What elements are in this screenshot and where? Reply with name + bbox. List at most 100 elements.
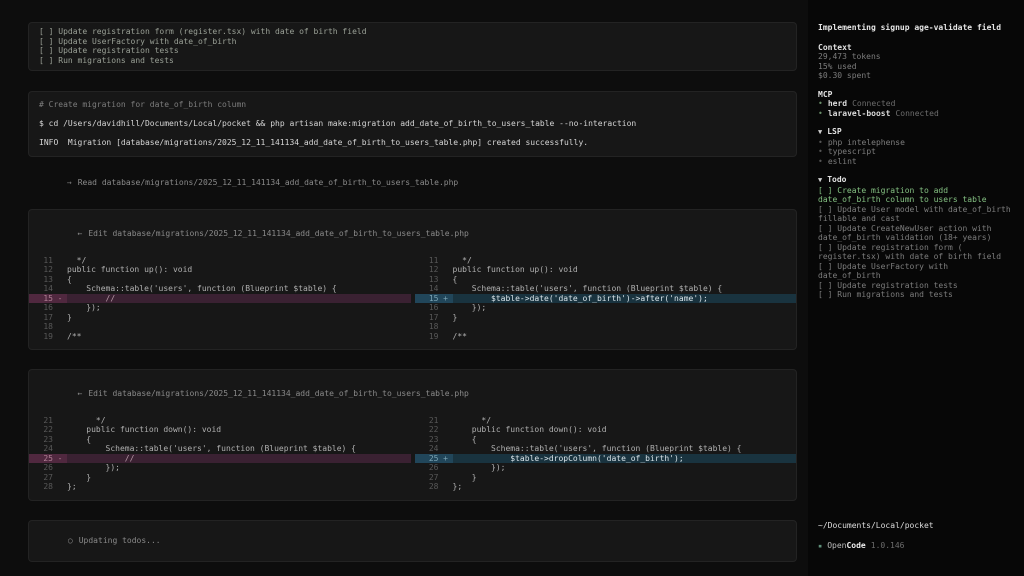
bullet-icon: • xyxy=(818,147,823,156)
code-text: }; xyxy=(67,482,411,492)
code-text: // xyxy=(67,454,411,464)
code-text: $table->date('date_of_birth')->after('na… xyxy=(453,294,797,304)
context-stat: 29,473 tokens xyxy=(818,52,1014,62)
sidebar-todo-item: [ ] Create migration to add date_of_birt… xyxy=(818,186,1014,205)
change-marker xyxy=(439,303,453,313)
terminal-line xyxy=(39,129,786,139)
line-number: 11 xyxy=(415,256,439,266)
edit-diff-box-down: ←Edit database/migrations/2025_12_11_141… xyxy=(28,369,797,501)
diff-line: 21 */ xyxy=(415,416,797,426)
line-number: 25 xyxy=(415,454,439,464)
diff-line: 27 } xyxy=(29,473,411,483)
diff-line: 28}; xyxy=(29,482,411,492)
diff-line: 24 Schema::table('users', function (Blue… xyxy=(29,444,411,454)
diff-line: 16 }); xyxy=(415,303,797,313)
code-text: public function up(): void xyxy=(67,265,411,275)
diff-header: ←Edit database/migrations/2025_12_11_141… xyxy=(29,377,796,416)
brand-name-open: Open xyxy=(827,541,846,550)
working-directory: ~/Documents/Local/pocket xyxy=(818,521,934,531)
code-text: }); xyxy=(67,463,411,473)
bullet-icon: • xyxy=(818,157,823,166)
change-marker xyxy=(439,425,453,435)
brand-line: ▪OpenCode1.0.146 xyxy=(818,541,934,552)
diff-line: 21 */ xyxy=(29,416,411,426)
change-marker: + xyxy=(439,454,453,464)
line-number: 23 xyxy=(415,435,439,445)
code-text: // xyxy=(67,294,411,304)
change-marker xyxy=(53,313,67,323)
line-number: 28 xyxy=(29,482,53,492)
brand-name-code: Code xyxy=(846,541,865,550)
arrow-left-icon: ← xyxy=(78,229,83,238)
line-number: 24 xyxy=(415,444,439,454)
bash-output-box: # Create migration for date_of_birth col… xyxy=(28,91,797,157)
mcp-server-status: Connected xyxy=(852,99,895,108)
line-number: 21 xyxy=(29,416,53,426)
mcp-server-name: laravel-boost xyxy=(828,109,891,118)
lsp-server-name: typescript xyxy=(828,147,876,156)
lsp-server-row: •php intelephense xyxy=(818,138,1014,148)
lsp-server-name: php intelephense xyxy=(828,138,905,147)
line-number: 19 xyxy=(415,332,439,342)
diff-line: 11 */ xyxy=(415,256,797,266)
line-number: 12 xyxy=(415,265,439,275)
change-marker xyxy=(439,473,453,483)
change-marker xyxy=(53,256,67,266)
code-text: Schema::table('users', function (Bluepri… xyxy=(453,284,797,294)
todo-snapshot-item: [ ] Update registration form (register.t… xyxy=(39,27,786,37)
code-text: }); xyxy=(453,463,797,473)
diff-line: 16 }); xyxy=(29,303,411,313)
code-text: /** xyxy=(453,332,797,342)
change-marker: - xyxy=(53,454,67,464)
diff-pane-before: 21 */22 public function down(): void23 {… xyxy=(29,416,411,492)
line-number: 26 xyxy=(29,463,53,473)
change-marker xyxy=(439,444,453,454)
todo-section: ▼Todo [ ] Create migration to add date_o… xyxy=(818,175,1014,300)
diff-line: 25+ $table->dropColumn('date_of_birth'); xyxy=(415,454,797,464)
spinner-icon: ○ xyxy=(68,536,73,545)
diff-line: 12public function up(): void xyxy=(415,265,797,275)
diff-line: 26 }); xyxy=(415,463,797,473)
change-marker: + xyxy=(439,294,453,304)
lsp-section: ▼LSP •php intelephense•typescript•eslint xyxy=(818,127,1014,166)
diff-line: 14 Schema::table('users', function (Blue… xyxy=(415,284,797,294)
line-number: 27 xyxy=(29,473,53,483)
code-text: Schema::table('users', function (Bluepri… xyxy=(453,444,797,454)
terminal-line xyxy=(39,110,786,120)
todo-heading-label: Todo xyxy=(827,175,846,184)
change-marker xyxy=(439,284,453,294)
line-number: 13 xyxy=(29,275,53,285)
code-text: */ xyxy=(67,256,411,266)
sidebar-todo-item: [ ] Update registration form ( register.… xyxy=(818,243,1014,262)
change-marker xyxy=(53,416,67,426)
line-number: 24 xyxy=(29,444,53,454)
brand-version: 1.0.146 xyxy=(871,541,905,550)
diff-line: 18 xyxy=(29,322,411,332)
change-marker xyxy=(53,435,67,445)
code-text: $table->dropColumn('date_of_birth'); xyxy=(453,454,797,464)
arrow-left-icon: ← xyxy=(78,389,83,398)
diff-line: 13 { xyxy=(29,275,411,285)
sidebar-todo-item: [ ] Update registration tests xyxy=(818,281,1014,291)
diff-line: 17} xyxy=(29,313,411,323)
diff-pane-after: 11 */12public function up(): void13{14 S… xyxy=(415,256,797,342)
code-text: { xyxy=(453,275,797,285)
terminal-line: INFO Migration [database/migrations/2025… xyxy=(39,138,786,148)
todo-snapshot-item: [ ] Run migrations and tests xyxy=(39,56,786,66)
sidebar-todo-item: [ ] Update CreateNewUser action with dat… xyxy=(818,224,1014,243)
diff-line: 15+ $table->date('date_of_birth')->after… xyxy=(415,294,797,304)
change-marker xyxy=(53,444,67,454)
line-number: 22 xyxy=(29,425,53,435)
line-number: 28 xyxy=(415,482,439,492)
code-text: public function down(): void xyxy=(67,425,411,435)
code-text: { xyxy=(67,275,411,285)
lsp-heading: ▼LSP xyxy=(818,127,1014,138)
context-section: Context 29,473 tokens15% used$0.30 spent xyxy=(818,43,1014,81)
line-number: 19 xyxy=(29,332,53,342)
mcp-section: MCP •herdConnected•laravel-boostConnecte… xyxy=(818,90,1014,119)
change-marker xyxy=(439,435,453,445)
change-marker xyxy=(53,473,67,483)
arrow-right-icon: → xyxy=(67,178,72,187)
session-title: Implementing signup age-validate field xyxy=(818,23,1014,33)
code-text: }; xyxy=(453,482,797,492)
